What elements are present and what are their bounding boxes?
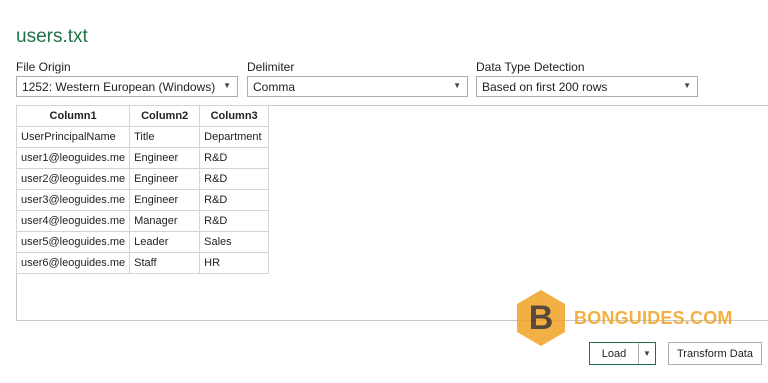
- table-cell: Engineer: [129, 189, 201, 211]
- b-hexagon-logo-icon: B: [517, 290, 565, 346]
- chevron-down-icon: ▼: [683, 81, 691, 90]
- delimiter-label: Delimiter: [247, 60, 295, 74]
- table-cell: Leader: [129, 231, 201, 253]
- table-row: UserPrincipalName Title Department: [15, 126, 270, 148]
- chevron-down-icon: ▼: [643, 349, 651, 358]
- table-row: user1@leoguides.me Engineer R&D: [15, 147, 270, 169]
- data-preview-table: Column1 Column2 Column3 UserPrincipalNam…: [15, 105, 270, 274]
- table-cell: R&D: [199, 210, 270, 232]
- table-cell: Staff: [129, 252, 201, 274]
- table-cell: Manager: [129, 210, 201, 232]
- table-cell: user6@leoguides.me: [15, 252, 131, 274]
- table-cell: user5@leoguides.me: [15, 231, 131, 253]
- column-header: Column1: [15, 105, 131, 127]
- table-row: user4@leoguides.me Manager R&D: [15, 210, 270, 232]
- data-type-detection-label: Data Type Detection: [476, 60, 585, 74]
- data-type-detection-value: Based on first 200 rows: [482, 80, 608, 94]
- delimiter-value: Comma: [253, 80, 296, 94]
- table-cell: HR: [199, 252, 270, 274]
- load-options-dropdown[interactable]: ▼: [639, 343, 655, 364]
- table-cell: user4@leoguides.me: [15, 210, 131, 232]
- table-row: user2@leoguides.me Engineer R&D: [15, 168, 270, 190]
- load-split-button[interactable]: Load ▼: [589, 342, 656, 365]
- svg-text:B: B: [529, 299, 554, 337]
- file-name-title: users.txt: [16, 26, 88, 47]
- column-header: Column3: [199, 105, 270, 127]
- file-origin-dropdown[interactable]: 1252: Western European (Windows) ▼: [16, 76, 238, 97]
- table-cell: Title: [129, 126, 201, 148]
- table-cell: UserPrincipalName: [15, 126, 131, 148]
- table-cell: user2@leoguides.me: [15, 168, 131, 190]
- file-origin-label: File Origin: [16, 60, 71, 74]
- column-header: Column2: [129, 105, 201, 127]
- chevron-down-icon: ▼: [453, 81, 461, 90]
- delimiter-dropdown[interactable]: Comma ▼: [247, 76, 468, 97]
- file-origin-value: 1252: Western European (Windows): [22, 80, 216, 94]
- table-row: user6@leoguides.me Staff HR: [15, 252, 270, 274]
- table-cell: Department: [199, 126, 270, 148]
- table-row: user5@leoguides.me Leader Sales: [15, 231, 270, 253]
- table-cell: user1@leoguides.me: [15, 147, 131, 169]
- transform-data-button[interactable]: Transform Data: [668, 342, 762, 365]
- data-type-detection-dropdown[interactable]: Based on first 200 rows ▼: [476, 76, 698, 97]
- table-row: user3@leoguides.me Engineer R&D: [15, 189, 270, 211]
- table-cell: Engineer: [129, 168, 201, 190]
- table-cell: R&D: [199, 189, 270, 211]
- table-cell: user3@leoguides.me: [15, 189, 131, 211]
- table-cell: Sales: [199, 231, 270, 253]
- load-button[interactable]: Load: [590, 343, 639, 364]
- chevron-down-icon: ▼: [223, 81, 231, 90]
- table-header-row: Column1 Column2 Column3: [15, 105, 270, 127]
- watermark-text: BONGUIDES.COM: [574, 307, 733, 328]
- table-cell: R&D: [199, 147, 270, 169]
- watermark: B BONGUIDES.COM: [514, 288, 733, 348]
- table-cell: R&D: [199, 168, 270, 190]
- table-cell: Engineer: [129, 147, 201, 169]
